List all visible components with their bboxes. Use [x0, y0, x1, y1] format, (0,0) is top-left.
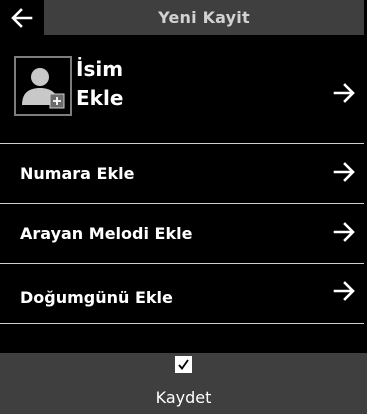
- add-ringtone-label: Arayan Melodi Ekle: [20, 223, 193, 243]
- name-line-1: İsim: [76, 57, 124, 81]
- page-title: Yeni Kayit: [158, 8, 250, 27]
- arrow-right-icon: [333, 281, 355, 301]
- add-name-row[interactable]: İsim Ekle: [0, 40, 367, 144]
- title-bar: Yeni Kayit: [44, 0, 364, 35]
- add-name-label: İsim Ekle: [76, 55, 123, 113]
- add-birthday-label: Doğumgünü Ekle: [20, 287, 173, 307]
- name-line-2: Ekle: [76, 86, 124, 110]
- add-number-row[interactable]: Numara Ekle: [0, 143, 367, 203]
- divider: [0, 323, 364, 324]
- add-number-label: Numara Ekle: [20, 163, 135, 183]
- add-ringtone-row[interactable]: Arayan Melodi Ekle: [0, 203, 367, 263]
- save-button[interactable]: Kaydet: [0, 353, 367, 414]
- back-button[interactable]: [0, 0, 44, 35]
- header-bar: Yeni Kayit: [0, 0, 367, 35]
- checkmark-icon: [178, 359, 189, 370]
- arrow-left-icon: [11, 7, 33, 28]
- add-contact-photo-icon: [22, 68, 65, 109]
- add-birthday-row[interactable]: Doğumgünü Ekle: [0, 263, 367, 323]
- arrow-right-icon: [333, 162, 355, 182]
- save-checkbox[interactable]: [175, 356, 192, 373]
- arrow-right-icon: [333, 222, 355, 242]
- arrow-right-icon: [333, 83, 355, 103]
- contact-photo[interactable]: [14, 56, 72, 116]
- save-label: Kaydet: [155, 388, 212, 407]
